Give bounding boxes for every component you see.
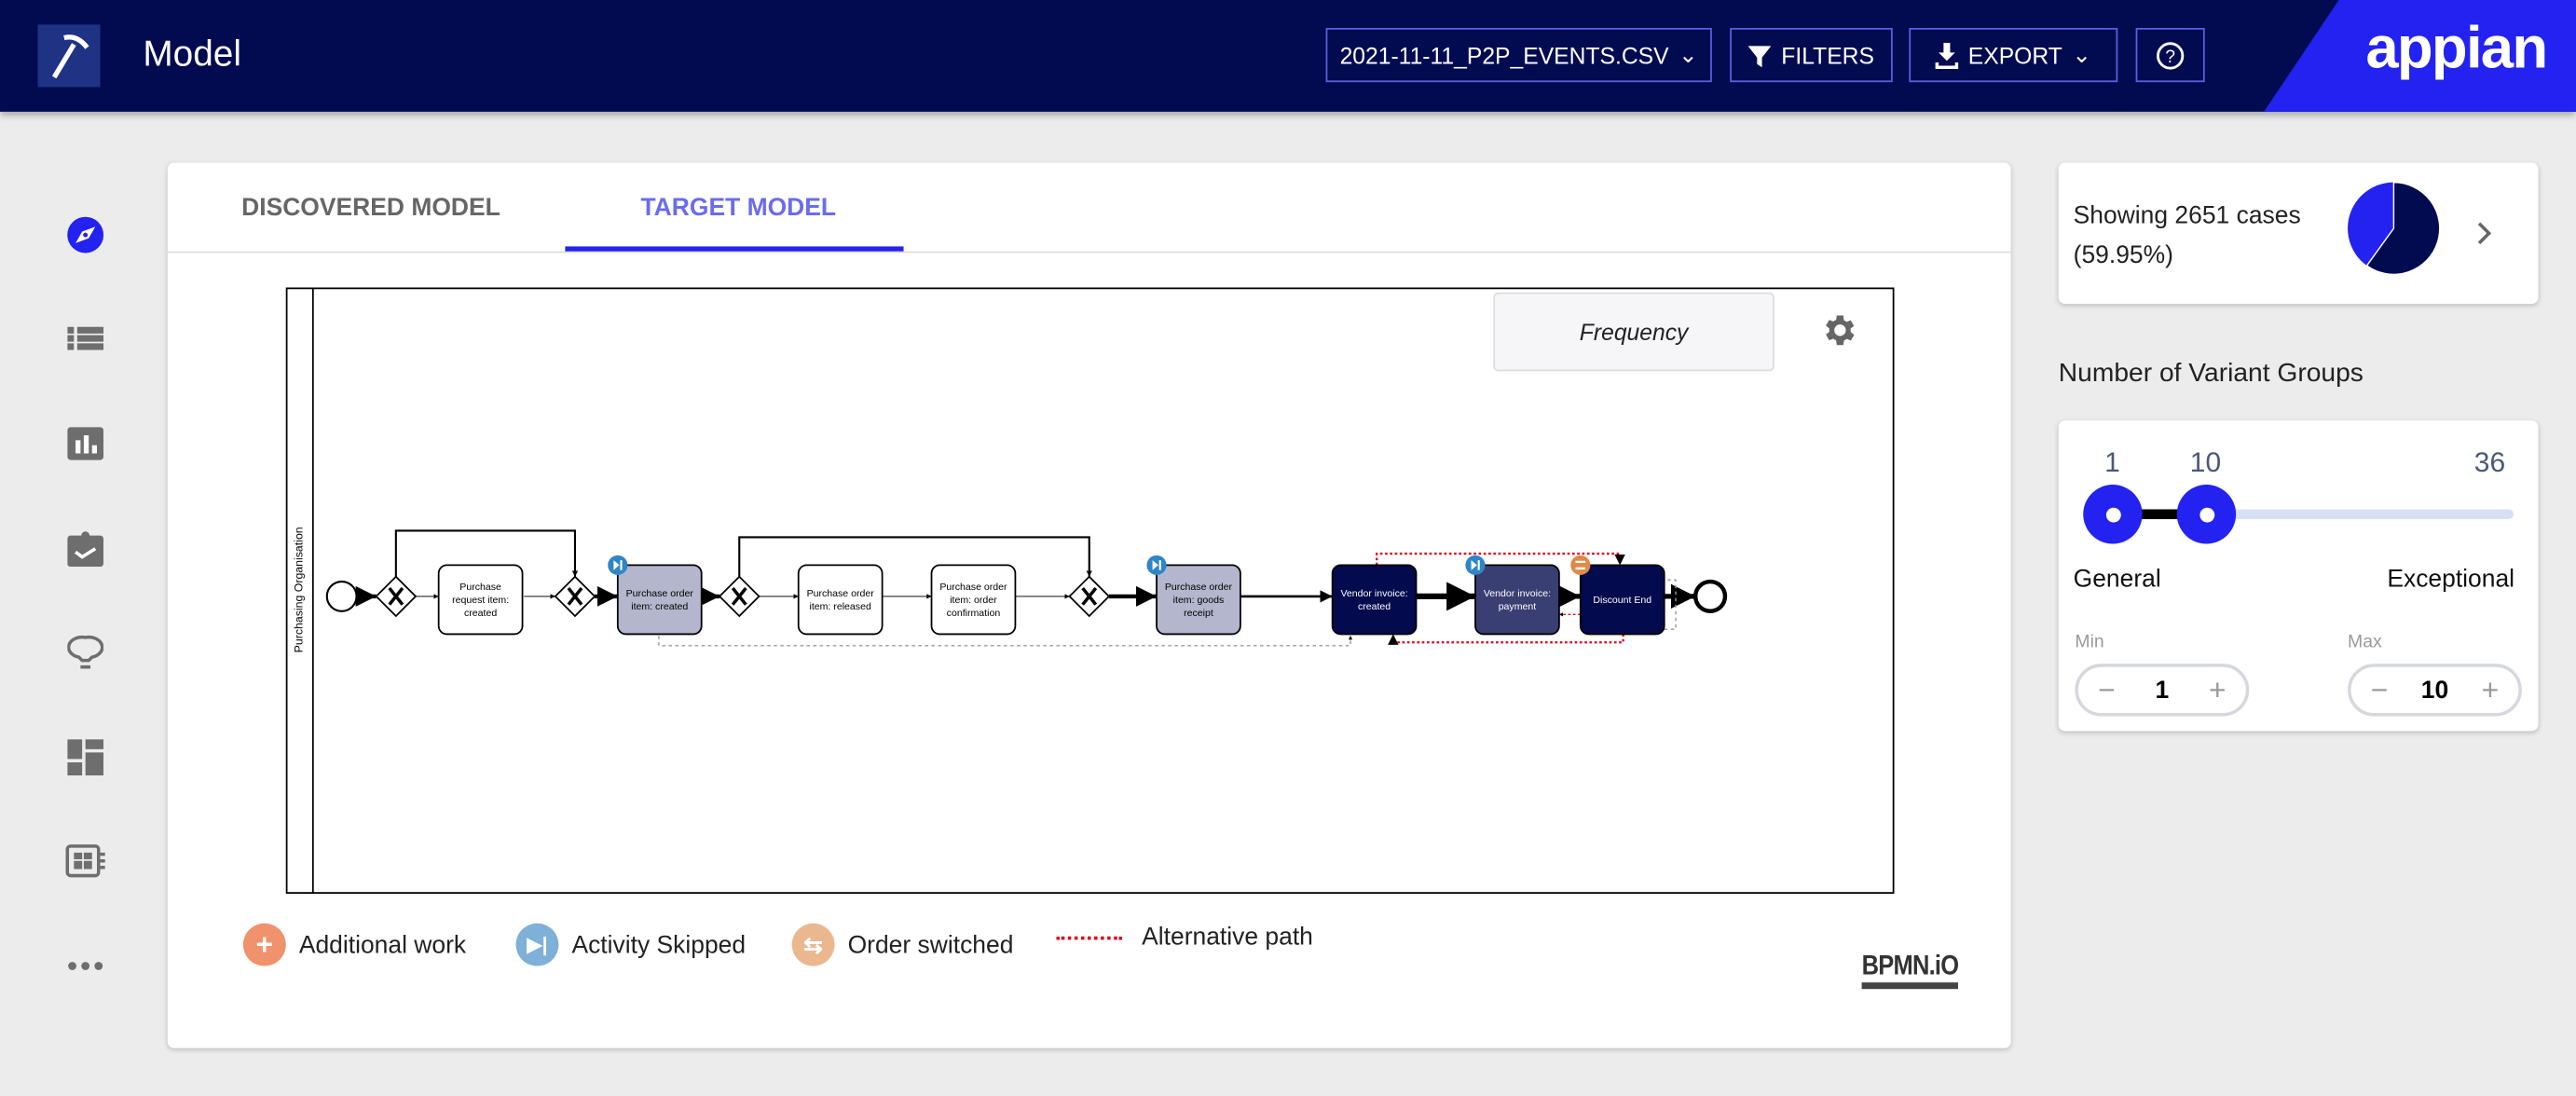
task[interactable]: Purchase order item: created <box>608 555 703 636</box>
slider-min-value: 1 <box>2104 446 2120 478</box>
plus-icon[interactable]: + <box>2209 673 2227 707</box>
cases-count: Showing 2651 cases <box>2073 201 2301 230</box>
legend-label: Activity Skipped <box>571 930 747 959</box>
activity-skipped-badge <box>1465 555 1486 575</box>
min-caption: Min <box>2075 632 2104 652</box>
general-label: General <box>2073 565 2161 594</box>
slider-range-max: 36 <box>2473 446 2506 478</box>
plus-icon[interactable]: + <box>2482 673 2500 707</box>
order-switched-badge <box>1570 555 1591 575</box>
legend-activity-skipped: ▶| Activity Skipped <box>515 923 747 966</box>
plus-icon: + <box>242 923 286 966</box>
min-value[interactable]: 1 <box>2155 676 2169 704</box>
legend-label: Additional work <box>298 930 467 959</box>
task[interactable]: Purchase order item: goods receipt <box>1146 555 1241 636</box>
minus-icon[interactable]: − <box>2098 673 2116 707</box>
max-caption: Max <box>2348 632 2382 652</box>
exceptional-label: Exceptional <box>2387 565 2515 594</box>
slider-max-value: 10 <box>2189 446 2222 478</box>
activity-skipped-badge <box>1146 555 1167 575</box>
task[interactable]: Vendor invoice: created <box>1331 564 1418 636</box>
task[interactable]: Vendor invoice: payment <box>1465 555 1560 636</box>
slider-handle-min[interactable] <box>2083 485 2143 544</box>
legend-label: Alternative path <box>1142 923 1313 952</box>
task[interactable]: Purchase order item: order confirmation <box>930 564 1017 636</box>
task-label: Discount End <box>1593 595 1651 606</box>
max-stepper[interactable]: − 10 + <box>2348 664 2522 717</box>
legend-label: Order switched <box>847 930 1014 959</box>
cases-percent: (59.95%) <box>2073 241 2173 270</box>
task[interactable]: Purchase request item: created <box>437 564 524 636</box>
bpmn-io-watermark[interactable]: BPMN.iO <box>1861 950 1959 990</box>
min-stepper[interactable]: − 1 + <box>2075 664 2250 717</box>
task[interactable]: Discount End <box>1579 564 1665 636</box>
legend-order-switched: ⇆ Order switched <box>791 923 1014 966</box>
chevron-right-icon[interactable] <box>2474 220 2494 246</box>
activity-skipped-badge <box>608 555 628 575</box>
dotted-line-icon <box>1056 935 1122 939</box>
legend-additional-work: + Additional work <box>242 923 467 966</box>
gear-icon[interactable] <box>1818 310 1857 349</box>
lane-label: Purchasing Organisation <box>292 527 305 652</box>
end-event[interactable] <box>1693 579 1728 613</box>
cases-pie <box>2348 181 2441 276</box>
cases-summary: Showing 2651 cases (59.95%) <box>2074 198 2301 277</box>
variant-groups-title: Number of Variant Groups <box>2058 360 2364 389</box>
max-value[interactable]: 10 <box>2421 676 2448 704</box>
minus-icon[interactable]: − <box>2371 673 2389 707</box>
slider-handle-max[interactable] <box>2176 485 2237 544</box>
start-event[interactable] <box>325 580 358 612</box>
skip-icon: ▶| <box>515 923 559 966</box>
legend-alternative-path: Alternative path <box>1056 923 1313 952</box>
overlay-mode-select[interactable]: Frequency <box>1493 292 1774 372</box>
task[interactable]: Purchase order item: released <box>797 564 884 636</box>
swap-icon: ⇆ <box>791 923 835 966</box>
